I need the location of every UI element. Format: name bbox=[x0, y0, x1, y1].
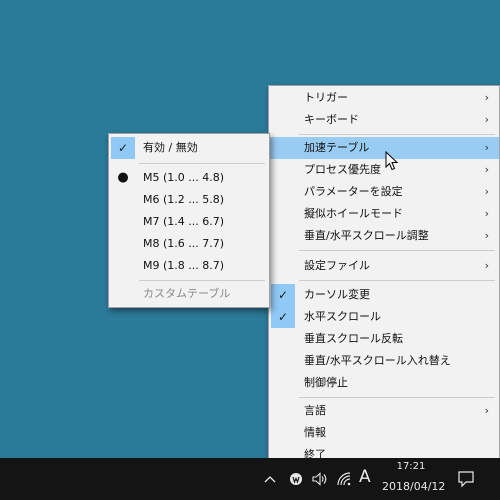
clock-date: 2018/04/12 bbox=[382, 480, 446, 493]
menu-item-language[interactable]: 言語 › bbox=[269, 400, 499, 422]
menu-item-label: 垂直/水平スクロール入れ替え bbox=[304, 354, 451, 367]
menu-separator bbox=[299, 134, 495, 135]
accel-table-submenu: ✓ 有効 / 無効 ● M5 (1.0 ... 4.8) M6 (1.2 ...… bbox=[108, 133, 270, 308]
menu-item-label: 有効 / 無効 bbox=[143, 141, 198, 154]
notification-icon[interactable] bbox=[457, 470, 475, 488]
menu-separator bbox=[139, 280, 265, 281]
chevron-right-icon: › bbox=[484, 404, 489, 417]
submenu-item-m5[interactable]: ● M5 (1.0 ... 4.8) bbox=[109, 167, 269, 189]
ime-icon[interactable]: A bbox=[359, 467, 371, 487]
chevron-right-icon: › bbox=[484, 91, 489, 104]
menu-item-accel-table[interactable]: 加速テーブル › bbox=[269, 137, 499, 159]
chevron-right-icon: › bbox=[484, 163, 489, 176]
menu-item-keyboard[interactable]: キーボード › bbox=[269, 109, 499, 131]
menu-item-label: キーボード bbox=[304, 113, 359, 126]
menu-item-label: 擬似ホイールモード bbox=[304, 207, 403, 220]
menu-item-label: 制御停止 bbox=[304, 376, 348, 389]
menu-item-trigger[interactable]: トリガー › bbox=[269, 87, 499, 109]
menu-item-label: M7 (1.4 ... 6.7) bbox=[143, 215, 225, 228]
menu-item-virtual-wheel[interactable]: 擬似ホイールモード › bbox=[269, 203, 499, 225]
chevron-right-icon: › bbox=[484, 185, 489, 198]
menu-item-process-priority[interactable]: プロセス優先度 › bbox=[269, 159, 499, 181]
menu-separator bbox=[299, 250, 495, 251]
menu-item-label: 加速テーブル bbox=[304, 141, 370, 154]
submenu-item-m8[interactable]: M8 (1.6 ... 7.7) bbox=[109, 233, 269, 255]
menu-item-label: M9 (1.8 ... 8.7) bbox=[143, 259, 225, 272]
menu-item-label: 垂直/水平スクロール調整 bbox=[304, 229, 429, 242]
menu-item-pause-control[interactable]: 制御停止 bbox=[269, 372, 499, 394]
menu-item-scroll-adjust[interactable]: 垂直/水平スクロール調整 › bbox=[269, 225, 499, 247]
chevron-up-icon[interactable] bbox=[263, 474, 277, 484]
radio-dot-icon: ● bbox=[117, 170, 129, 185]
volume-icon[interactable] bbox=[312, 472, 328, 486]
clock-time: 17:21 bbox=[396, 461, 426, 472]
chevron-right-icon: › bbox=[484, 207, 489, 220]
check-icon: ✓ bbox=[271, 306, 295, 328]
tray-context-menu: トリガー › キーボード › 加速テーブル › プロセス優先度 › パラメーター… bbox=[268, 85, 500, 465]
menu-item-label: 情報 bbox=[304, 426, 326, 439]
submenu-item-m9[interactable]: M9 (1.8 ... 8.7) bbox=[109, 255, 269, 277]
mouse-pointer-icon bbox=[385, 151, 399, 171]
menu-item-label: M5 (1.0 ... 4.8) bbox=[143, 171, 225, 184]
taskbar-clock[interactable]: 17:21 2018/04/12 bbox=[382, 460, 446, 494]
chevron-right-icon: › bbox=[484, 259, 489, 272]
chevron-right-icon: › bbox=[484, 229, 489, 242]
menu-item-cursor-change[interactable]: ✓ カーソル変更 bbox=[269, 284, 499, 306]
menu-item-info[interactable]: 情報 bbox=[269, 422, 499, 444]
menu-separator bbox=[139, 163, 265, 164]
menu-item-label: 言語 bbox=[304, 404, 326, 417]
check-icon: ✓ bbox=[271, 284, 295, 306]
menu-item-label: カーソル変更 bbox=[304, 288, 370, 301]
menu-item-reverse-vertical[interactable]: 垂直スクロール反転 bbox=[269, 328, 499, 350]
menu-item-config-file[interactable]: 設定ファイル › bbox=[269, 255, 499, 277]
submenu-item-enable-toggle[interactable]: ✓ 有効 / 無効 bbox=[109, 137, 269, 159]
menu-item-swap-scroll[interactable]: 垂直/水平スクロール入れ替え bbox=[269, 350, 499, 372]
submenu-item-m6[interactable]: M6 (1.2 ... 5.8) bbox=[109, 189, 269, 211]
menu-item-label: M6 (1.2 ... 5.8) bbox=[143, 193, 225, 206]
menu-item-set-parameters[interactable]: パラメーターを設定 › bbox=[269, 181, 499, 203]
menu-item-label: 垂直スクロール反転 bbox=[304, 332, 403, 345]
wifi-icon[interactable] bbox=[336, 471, 352, 487]
check-icon: ✓ bbox=[111, 137, 135, 159]
menu-item-label: M8 (1.6 ... 7.7) bbox=[143, 237, 225, 250]
menu-item-label: カスタムテーブル bbox=[143, 287, 231, 300]
submenu-item-custom-table: カスタムテーブル bbox=[109, 283, 269, 305]
menu-item-label: 設定ファイル bbox=[304, 259, 370, 272]
menu-separator bbox=[299, 397, 495, 398]
menu-separator bbox=[299, 280, 495, 281]
chevron-right-icon: › bbox=[484, 141, 489, 154]
menu-item-label: トリガー bbox=[304, 91, 348, 104]
menu-item-horizontal-scroll[interactable]: ✓ 水平スクロール bbox=[269, 306, 499, 328]
menu-item-label: パラメーターを設定 bbox=[304, 185, 403, 198]
app-tray-icon[interactable] bbox=[289, 472, 303, 486]
submenu-item-m7[interactable]: M7 (1.4 ... 6.7) bbox=[109, 211, 269, 233]
menu-item-label: 水平スクロール bbox=[304, 310, 381, 323]
menu-item-label: プロセス優先度 bbox=[304, 163, 381, 176]
chevron-right-icon: › bbox=[484, 113, 489, 126]
